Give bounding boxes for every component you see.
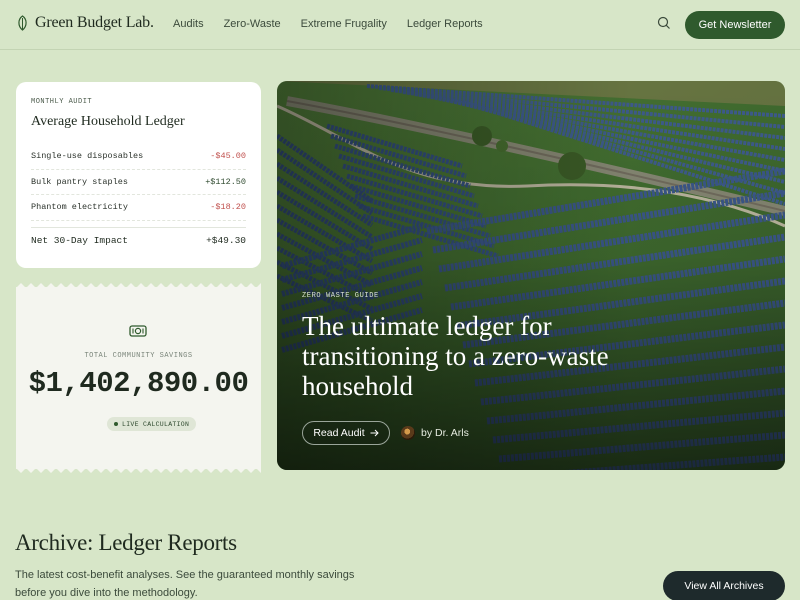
ledger-row-value: -$45.00 xyxy=(210,151,246,162)
ledger-total-row: Net 30-Day Impact +$49.30 xyxy=(31,226,246,253)
get-newsletter-button[interactable]: Get Newsletter xyxy=(685,11,785,39)
hero-feature[interactable]: ZERO WASTE GUIDE The ultimate ledger for… xyxy=(277,81,785,470)
ledger-row-label: Phantom electricity xyxy=(31,202,128,213)
brand-logo[interactable]: Green Budget Lab. xyxy=(16,14,154,32)
hero-title: The ultimate ledger for transitioning to… xyxy=(302,311,609,401)
ledger-total-label: Net 30-Day Impact xyxy=(31,234,128,246)
ledger-row-value: +$112.50 xyxy=(205,176,246,187)
ledger-row-value: -$18.20 xyxy=(210,202,246,213)
cash-icon xyxy=(129,325,147,337)
hero-eyebrow: ZERO WASTE GUIDE xyxy=(302,292,379,300)
nav-extreme-frugality[interactable]: Extreme Frugality xyxy=(301,18,387,30)
ledger-row: Single-use disposables -$45.00 xyxy=(31,144,246,170)
read-audit-label: Read Audit xyxy=(313,427,365,439)
ledger-total-value: +$49.30 xyxy=(206,234,246,246)
author-avatar xyxy=(401,426,415,440)
savings-label: TOTAL COMMUNITY SAVINGS xyxy=(84,352,193,360)
savings-card: TOTAL COMMUNITY SAVINGS $1,402,890.00 LI… xyxy=(16,283,261,473)
savings-value: $1,402,890.00 xyxy=(28,367,249,400)
main-nav: Audits Zero-Waste Extreme Frugality Ledg… xyxy=(173,18,503,30)
receipt-edge-bottom xyxy=(16,468,261,473)
ledger-rows: Single-use disposables -$45.00 Bulk pant… xyxy=(31,144,246,221)
read-audit-button[interactable]: Read Audit xyxy=(302,421,390,445)
view-all-archives-button[interactable]: View All Archives xyxy=(663,571,785,600)
brand-name: Green Budget Lab. xyxy=(35,14,154,31)
nav-audits[interactable]: Audits xyxy=(173,18,204,30)
leaf-icon xyxy=(18,15,27,31)
live-calculation-badge: LIVE CALCULATION xyxy=(107,417,197,431)
ledger-row-label: Single-use disposables xyxy=(31,151,144,162)
author-name: by Dr. Arls xyxy=(421,427,469,439)
live-badge-label: LIVE CALCULATION xyxy=(122,420,190,428)
nav-zero-waste[interactable]: Zero-Waste xyxy=(224,18,281,30)
site-header: Green Budget Lab. Audits Zero-Waste Extr… xyxy=(0,0,800,50)
ledger-title: Average Household Ledger xyxy=(31,114,185,129)
ledger-row: Phantom electricity -$18.20 xyxy=(31,195,246,221)
arrow-right-icon xyxy=(370,429,379,437)
archive-title: Archive: Ledger Reports xyxy=(15,530,237,555)
archive-description: The latest cost-benefit analyses. See th… xyxy=(15,569,355,599)
search-icon[interactable] xyxy=(657,16,671,30)
author-byline[interactable]: by Dr. Arls xyxy=(401,426,469,440)
solar-farm-image xyxy=(277,81,785,470)
ledger-row: Bulk pantry staples +$112.50 xyxy=(31,170,246,195)
receipt-edge-top xyxy=(16,283,261,288)
ledger-eyebrow: MONTHLY AUDIT xyxy=(31,98,93,106)
live-dot-icon xyxy=(114,422,118,426)
ledger-card: MONTHLY AUDIT Average Household Ledger S… xyxy=(16,82,261,268)
ledger-row-label: Bulk pantry staples xyxy=(31,176,128,187)
nav-ledger-reports[interactable]: Ledger Reports xyxy=(407,18,483,30)
